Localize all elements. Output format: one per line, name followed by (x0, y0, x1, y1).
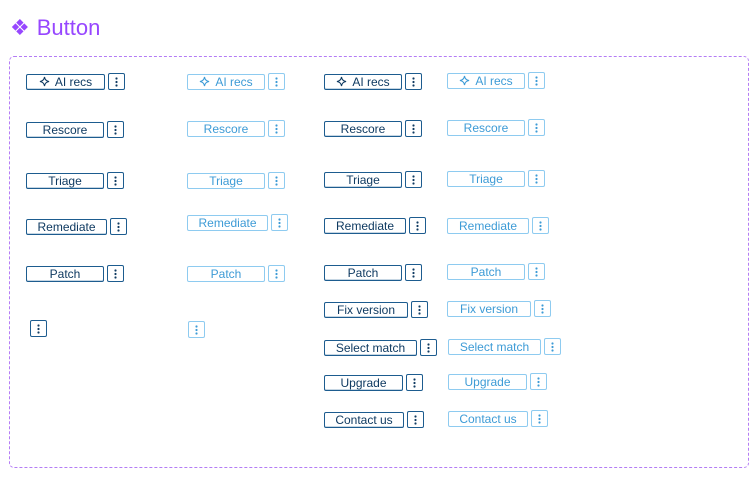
select-match-button[interactable]: Select match (448, 338, 541, 355)
remediate-group-col4: Remediate (447, 217, 549, 234)
more-vertical-icon[interactable] (528, 170, 545, 187)
more-vertical-icon[interactable] (268, 73, 285, 90)
more-vertical-icon[interactable] (30, 320, 47, 337)
sparkle-icon (459, 75, 470, 86)
more-vertical-icon[interactable] (531, 410, 548, 427)
ai-recs-group-col1: AI recs (26, 73, 125, 90)
more-vertical-icon[interactable] (405, 264, 422, 281)
more-vertical-icon[interactable] (405, 171, 422, 188)
contact-us-group-col4: Contact us (448, 410, 548, 427)
triage-button[interactable]: Triage (447, 170, 525, 187)
more-vertical-icon[interactable] (268, 265, 285, 282)
triage-group-col1: Triage (26, 172, 124, 189)
ai-recs-group-col4: AI recs (447, 72, 545, 89)
rescore-group-col4: Rescore (447, 119, 545, 136)
remediate-group-col2: Remediate (187, 214, 288, 231)
contact-us-button[interactable]: Contact us (448, 410, 528, 427)
fix-version-group-col3: Fix version (324, 301, 428, 318)
triage-button[interactable]: Triage (26, 172, 104, 189)
more-vertical-icon[interactable] (534, 300, 551, 317)
contact-us-group-col3: Contact us (324, 411, 424, 428)
component-diamond-icon: ❖ (10, 15, 30, 40)
fix-version-group-col4: Fix version (447, 300, 551, 317)
upgrade-group-col3: Upgrade (324, 374, 423, 391)
page-title-label: Button (36, 15, 101, 40)
patch-group-col4: Patch (447, 263, 545, 280)
more-vertical-icon[interactable] (268, 172, 285, 189)
more-vertical-icon[interactable] (268, 120, 285, 137)
more-vertical-icon[interactable] (409, 217, 426, 234)
more-vertical-icon[interactable] (405, 120, 422, 137)
icon-only-group-col1 (30, 320, 47, 337)
more-vertical-icon[interactable] (528, 263, 545, 280)
more-vertical-icon[interactable] (420, 339, 437, 356)
patch-button[interactable]: Patch (26, 265, 104, 282)
sparkle-icon (39, 76, 50, 87)
sparkle-icon (336, 76, 347, 87)
more-vertical-icon[interactable] (107, 265, 124, 282)
patch-group-col2: Patch (187, 265, 285, 282)
rescore-button[interactable]: Rescore (26, 121, 104, 138)
more-vertical-icon[interactable] (532, 217, 549, 234)
variants-frame (9, 56, 749, 468)
more-vertical-icon[interactable] (406, 374, 423, 391)
page-title: ❖ Button (10, 13, 100, 43)
upgrade-button[interactable]: Upgrade (324, 374, 403, 391)
rescore-group-col1: Rescore (26, 121, 124, 138)
icon-only-group-col2 (188, 321, 205, 338)
upgrade-button[interactable]: Upgrade (448, 373, 527, 390)
remediate-group-col1: Remediate (26, 218, 127, 235)
remediate-button[interactable]: Remediate (447, 217, 529, 234)
patch-button[interactable]: Patch (187, 265, 265, 282)
remediate-button[interactable]: Remediate (324, 217, 406, 234)
ai-recs-button[interactable]: AI recs (447, 72, 525, 89)
more-vertical-icon[interactable] (110, 218, 127, 235)
ai-recs-button[interactable]: AI recs (324, 73, 402, 90)
ai-recs-button[interactable]: AI recs (187, 73, 265, 90)
more-vertical-icon[interactable] (107, 121, 124, 138)
more-vertical-icon[interactable] (107, 172, 124, 189)
more-vertical-icon[interactable] (271, 214, 288, 231)
upgrade-group-col4: Upgrade (448, 373, 547, 390)
fix-version-button[interactable]: Fix version (324, 301, 408, 318)
patch-button[interactable]: Patch (447, 263, 525, 280)
more-vertical-icon[interactable] (530, 373, 547, 390)
contact-us-button[interactable]: Contact us (324, 411, 404, 428)
ai-recs-group-col2: AI recs (187, 73, 285, 90)
rescore-button[interactable]: Rescore (324, 120, 402, 137)
more-vertical-icon[interactable] (407, 411, 424, 428)
triage-button[interactable]: Triage (324, 171, 402, 188)
triage-group-col2: Triage (187, 172, 285, 189)
rescore-group-col3: Rescore (324, 120, 422, 137)
more-vertical-icon[interactable] (544, 338, 561, 355)
remediate-button[interactable]: Remediate (187, 214, 268, 231)
remediate-button[interactable]: Remediate (26, 218, 107, 235)
ai-recs-group-col3: AI recs (324, 73, 422, 90)
more-vertical-icon[interactable] (528, 119, 545, 136)
triage-group-col4: Triage (447, 170, 545, 187)
patch-group-col1: Patch (26, 265, 124, 282)
patch-button[interactable]: Patch (324, 264, 402, 281)
rescore-button[interactable]: Rescore (447, 119, 525, 136)
triage-button[interactable]: Triage (187, 172, 265, 189)
patch-group-col3: Patch (324, 264, 422, 281)
more-vertical-icon[interactable] (188, 321, 205, 338)
select-match-group-col3: Select match (324, 339, 437, 356)
rescore-group-col2: Rescore (187, 120, 285, 137)
select-match-button[interactable]: Select match (324, 339, 417, 356)
ai-recs-button[interactable]: AI recs (26, 73, 105, 90)
triage-group-col3: Triage (324, 171, 422, 188)
fix-version-button[interactable]: Fix version (447, 300, 531, 317)
more-vertical-icon[interactable] (411, 301, 428, 318)
sparkle-icon (199, 76, 210, 87)
select-match-group-col4: Select match (448, 338, 561, 355)
remediate-group-col3: Remediate (324, 217, 426, 234)
more-vertical-icon[interactable] (405, 73, 422, 90)
rescore-button[interactable]: Rescore (187, 120, 265, 137)
more-vertical-icon[interactable] (528, 72, 545, 89)
more-vertical-icon[interactable] (108, 73, 125, 90)
